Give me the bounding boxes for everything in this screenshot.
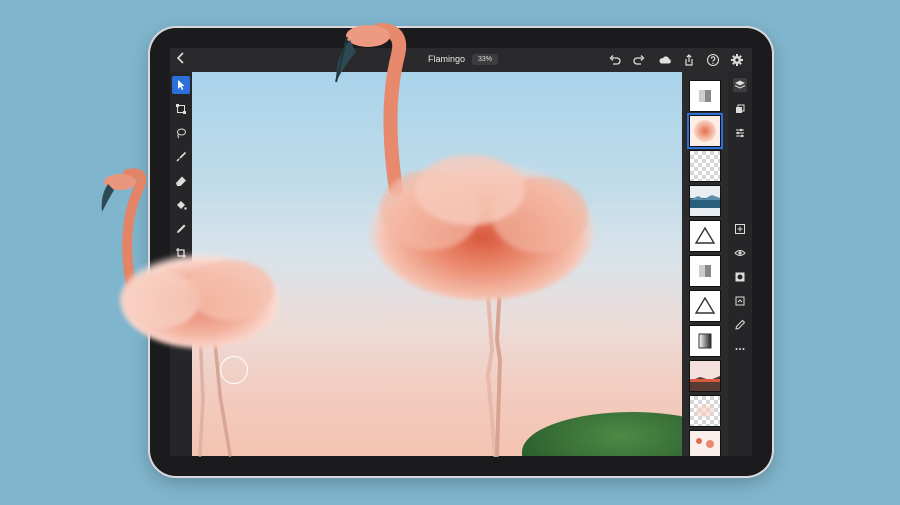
layer-thumbnail-selected[interactable] <box>687 113 723 149</box>
crop-layer-icon[interactable] <box>733 294 747 308</box>
redo-icon[interactable] <box>632 53 646 67</box>
eraser-icon[interactable] <box>172 172 190 190</box>
help-icon[interactable] <box>706 53 720 67</box>
layers-panel <box>682 72 728 456</box>
green-hill <box>522 412 682 456</box>
back-chevron-icon[interactable] <box>176 51 192 69</box>
document-canvas[interactable] <box>192 72 682 456</box>
cloud-icon[interactable] <box>658 53 672 67</box>
tools-panel <box>170 72 192 456</box>
layer-thumbnail[interactable] <box>689 185 721 217</box>
top-bar: Flamingo 33% <box>170 48 752 72</box>
mask-icon[interactable] <box>733 270 747 284</box>
layer-thumbnail[interactable] <box>689 80 721 112</box>
edit-layer-icon[interactable] <box>733 318 747 332</box>
select-arrow-icon[interactable] <box>172 76 190 94</box>
layer-thumbnail[interactable] <box>689 430 721 456</box>
visibility-eye-icon[interactable] <box>733 246 747 260</box>
layer-thumbnail[interactable] <box>689 325 721 357</box>
fill-bucket-icon[interactable] <box>172 196 190 214</box>
share-icon[interactable] <box>682 53 696 67</box>
document-title: Flamingo <box>428 54 466 64</box>
transform-handle-circle[interactable] <box>220 356 248 384</box>
layers-icon[interactable] <box>733 78 747 92</box>
transform-icon[interactable] <box>172 100 190 118</box>
eyedropper-icon[interactable] <box>172 220 190 238</box>
layer-thumbnail[interactable] <box>689 360 721 392</box>
layer-thumbnail[interactable] <box>689 290 721 322</box>
add-layer-icon[interactable] <box>733 222 747 236</box>
layer-thumbnail[interactable] <box>689 220 721 252</box>
app-screen: Flamingo 33% <box>170 48 752 456</box>
layer-properties-icon[interactable] <box>733 102 747 116</box>
adjustments-icon[interactable] <box>733 126 747 140</box>
layer-thumbnail[interactable] <box>689 395 721 427</box>
properties-strip <box>728 72 752 456</box>
settings-gear-icon[interactable] <box>730 53 744 67</box>
marketing-scene: Flamingo 33% <box>0 0 900 505</box>
crop-icon[interactable] <box>172 244 190 262</box>
zoom-level-badge[interactable]: 33% <box>472 54 499 65</box>
layer-thumbnail[interactable] <box>689 255 721 287</box>
undo-icon[interactable] <box>608 53 622 67</box>
layer-thumbnail[interactable] <box>689 150 721 182</box>
lasso-icon[interactable] <box>172 124 190 142</box>
more-options-icon[interactable] <box>733 342 747 356</box>
brush-icon[interactable] <box>172 148 190 166</box>
